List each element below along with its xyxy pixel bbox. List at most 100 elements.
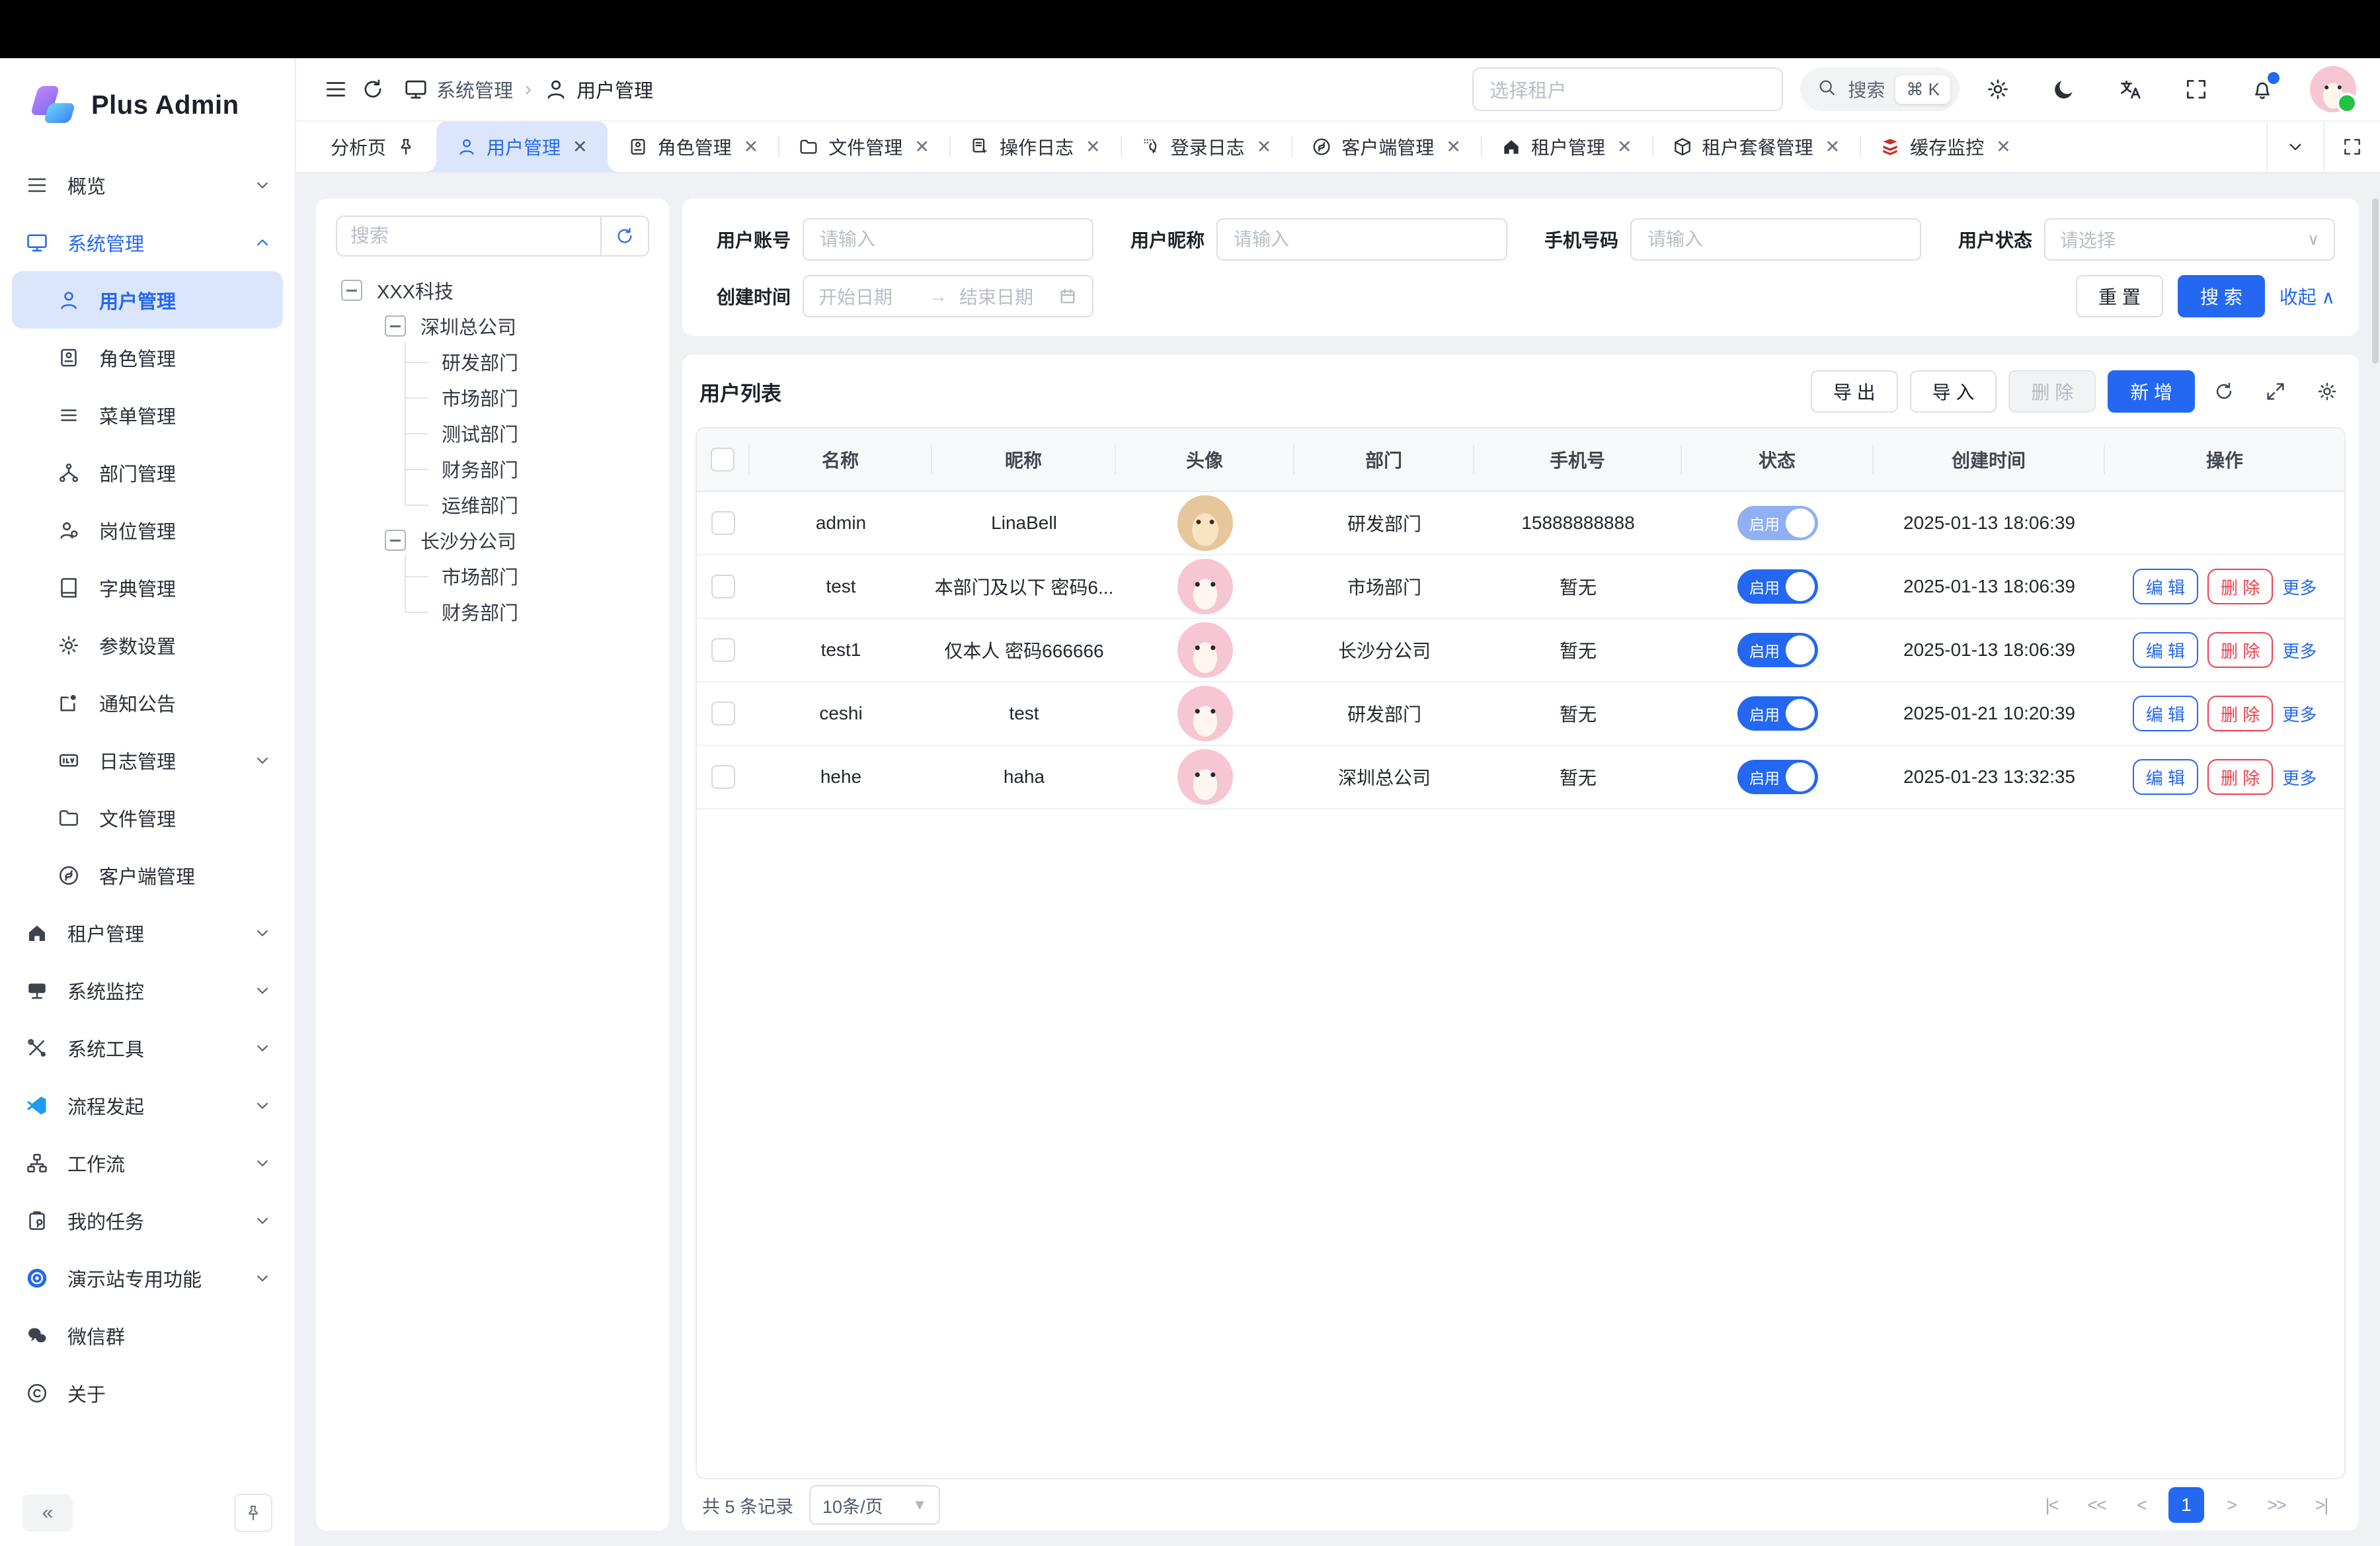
- sidebar-item-系统监控[interactable]: 系统监控: [0, 961, 295, 1019]
- fullscreen-button[interactable]: [2178, 71, 2215, 108]
- status-toggle[interactable]: 启用: [1737, 569, 1818, 604]
- add-button[interactable]: 新 增: [2108, 370, 2195, 413]
- edit-button[interactable]: 编 辑: [2133, 759, 2198, 795]
- more-button[interactable]: 更多: [2282, 702, 2317, 726]
- sidebar-item-角色管理[interactable]: 角色管理: [0, 329, 295, 386]
- sidebar-item-用户管理[interactable]: 用户管理: [12, 271, 283, 329]
- tab-操作日志[interactable]: 操作日志✕: [949, 122, 1121, 172]
- sidebar-item-通知公告[interactable]: 通知公告: [0, 674, 295, 731]
- row-avatar[interactable]: [1177, 749, 1233, 805]
- close-icon[interactable]: ✕: [1083, 137, 1101, 157]
- delete-row-button[interactable]: 删 除: [2207, 696, 2273, 731]
- row-checkbox[interactable]: [711, 765, 735, 789]
- sidebar-pin-button[interactable]: [234, 1494, 272, 1532]
- tree-node-研发部门[interactable]: 研发部门: [336, 344, 649, 380]
- sidebar-item-关于[interactable]: 关于: [0, 1364, 295, 1422]
- breadcrumb-item[interactable]: 系统管理: [403, 75, 513, 103]
- tree-node-市场部门[interactable]: 市场部门: [336, 558, 649, 594]
- sidebar-item-日志管理[interactable]: 日志管理: [0, 731, 295, 789]
- sidebar-item-微信群[interactable]: 微信群: [0, 1307, 295, 1364]
- row-checkbox[interactable]: [711, 575, 735, 598]
- status-toggle[interactable]: 启用: [1737, 633, 1818, 667]
- pager-button[interactable]: <<: [2079, 1487, 2114, 1523]
- row-avatar[interactable]: [1177, 622, 1233, 678]
- pager-button[interactable]: >|: [2303, 1487, 2339, 1523]
- row-checkbox[interactable]: [711, 511, 735, 535]
- tree-collapse-icon[interactable]: [385, 530, 406, 551]
- tab-用户管理[interactable]: 用户管理✕: [436, 122, 608, 172]
- table-gear-button[interactable]: [2313, 377, 2342, 406]
- delete-row-button[interactable]: 删 除: [2207, 569, 2273, 604]
- search-button[interactable]: 搜 索: [2178, 275, 2265, 317]
- sidebar-item-演示站专用功能[interactable]: 演示站专用功能: [0, 1249, 295, 1307]
- row-avatar[interactable]: [1177, 686, 1233, 741]
- sidebar-item-工作流[interactable]: 工作流: [0, 1134, 295, 1192]
- bell-button[interactable]: [2244, 71, 2281, 108]
- tab-登录日志[interactable]: 登录日志✕: [1121, 122, 1292, 172]
- close-icon[interactable]: ✕: [1254, 137, 1272, 157]
- export-button[interactable]: 导 出: [1811, 370, 1898, 413]
- moon-button[interactable]: [2045, 71, 2082, 108]
- close-icon[interactable]: ✕: [741, 137, 759, 157]
- pager-button[interactable]: |<: [2034, 1487, 2069, 1523]
- tree-node-市场部门[interactable]: 市场部门: [336, 380, 649, 415]
- select-all-checkbox[interactable]: [711, 448, 734, 471]
- content-fullscreen-button[interactable]: [2323, 122, 2380, 172]
- tree-node-运维部门[interactable]: 运维部门: [336, 487, 649, 522]
- tab-dropdown-button[interactable]: [2266, 122, 2323, 172]
- delete-row-button[interactable]: 删 除: [2207, 759, 2273, 795]
- more-button[interactable]: 更多: [2282, 765, 2317, 790]
- menu-toggle-button[interactable]: [317, 71, 354, 108]
- reset-button[interactable]: 重 置: [2076, 275, 2163, 317]
- table-refresh-button[interactable]: [2209, 377, 2239, 406]
- table-expand-button[interactable]: [2261, 377, 2290, 406]
- global-search-button[interactable]: 搜索 ⌘ K: [1800, 67, 1960, 111]
- status-toggle[interactable]: 启用: [1737, 696, 1818, 731]
- sidebar-item-部门管理[interactable]: 部门管理: [0, 444, 295, 501]
- pager-button[interactable]: <: [2123, 1487, 2159, 1523]
- row-checkbox[interactable]: [711, 638, 735, 662]
- tree-search-input[interactable]: [337, 225, 600, 247]
- sidebar-item-系统工具[interactable]: 系统工具: [0, 1019, 295, 1077]
- filter-input-field[interactable]: [818, 228, 1078, 251]
- row-avatar[interactable]: [1177, 559, 1233, 614]
- collapse-filters-link[interactable]: 收起 ∧: [2280, 283, 2335, 309]
- sidebar-item-租户管理[interactable]: 租户管理: [0, 904, 295, 961]
- tenant-select[interactable]: 选择租户: [1472, 67, 1783, 111]
- refresh-page-button[interactable]: [354, 71, 391, 108]
- status-toggle[interactable]: 启用: [1737, 760, 1818, 794]
- sidebar-item-菜单管理[interactable]: 菜单管理: [0, 386, 295, 444]
- tree-node-财务部门[interactable]: 财务部门: [336, 451, 649, 487]
- row-checkbox[interactable]: [711, 702, 735, 725]
- pager-button[interactable]: >>: [2258, 1487, 2294, 1523]
- tree-node-XXX科技[interactable]: XXX科技: [336, 272, 649, 308]
- tree-collapse-icon[interactable]: [385, 315, 406, 337]
- edit-button[interactable]: 编 辑: [2133, 696, 2198, 731]
- tree-refresh-button[interactable]: [600, 217, 648, 255]
- translate-button[interactable]: [2112, 71, 2149, 108]
- close-icon[interactable]: ✕: [1993, 137, 2011, 157]
- import-button[interactable]: 导 入: [1910, 370, 1997, 413]
- sidebar-item-客户端管理[interactable]: 客户端管理: [0, 846, 295, 904]
- close-icon[interactable]: ✕: [570, 137, 588, 157]
- sidebar-item-岗位管理[interactable]: 岗位管理: [0, 501, 295, 559]
- sidebar-item-文件管理[interactable]: 文件管理: [0, 789, 295, 846]
- filter-select-用户状态[interactable]: 请选择∨: [2044, 218, 2335, 261]
- sidebar-item-我的任务[interactable]: 我的任务: [0, 1192, 295, 1249]
- tab-缓存监控[interactable]: 缓存监控✕: [1860, 122, 2031, 172]
- date-range-picker[interactable]: 开始日期→结束日期: [803, 275, 1093, 317]
- user-avatar[interactable]: [2310, 66, 2356, 112]
- sidebar-collapse-button[interactable]: «: [22, 1494, 73, 1531]
- delete-button[interactable]: 删 除: [2008, 370, 2096, 413]
- tree-node-长沙分公司[interactable]: 长沙分公司: [336, 522, 649, 558]
- filter-input-field[interactable]: [1232, 228, 1491, 251]
- scrollbar[interactable]: [2372, 198, 2379, 364]
- tab-分析页[interactable]: 分析页: [311, 122, 436, 172]
- close-icon[interactable]: ✕: [1614, 137, 1632, 157]
- delete-row-button[interactable]: 删 除: [2207, 632, 2273, 668]
- page-size-select[interactable]: 10条/页▼: [809, 1485, 940, 1525]
- filter-input-field[interactable]: [1646, 228, 1905, 251]
- page-number-current[interactable]: 1: [2168, 1487, 2204, 1523]
- close-icon[interactable]: ✕: [912, 137, 930, 157]
- more-button[interactable]: 更多: [2282, 638, 2317, 663]
